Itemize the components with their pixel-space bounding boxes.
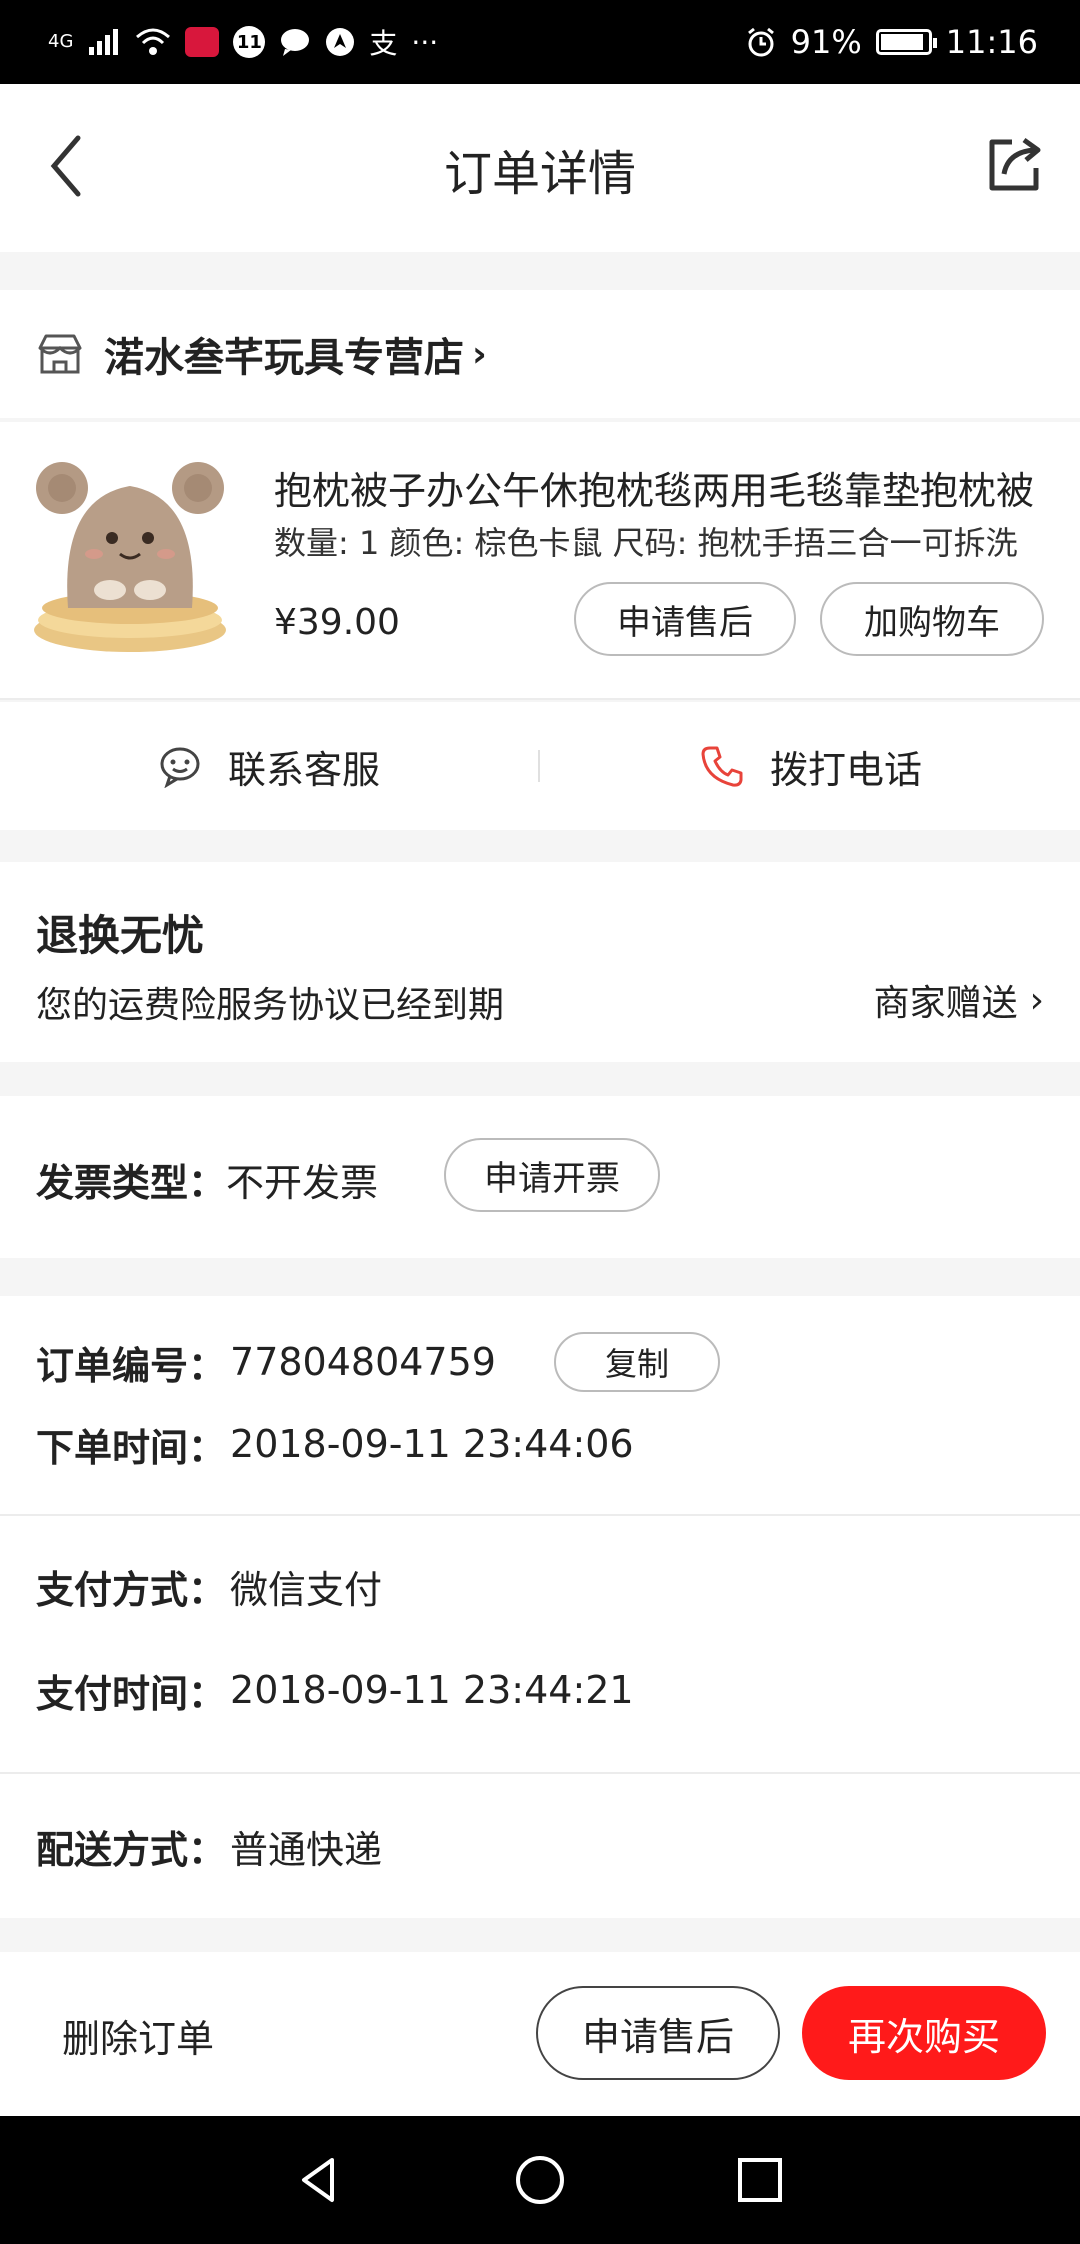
network-type: 4G xyxy=(48,31,74,52)
status-right: 91% 11:16 xyxy=(745,23,1038,61)
notification-badge-icon: 11 xyxy=(233,26,266,58)
clock: 11:16 xyxy=(945,23,1038,61)
battery-percent: 91% xyxy=(790,23,862,61)
returns-section: 退换无忧 您的运费险服务协议已经到期 商家赠送 › xyxy=(0,862,1080,1062)
shipping-row: 配送方式： 普通快递 xyxy=(36,1816,382,1876)
product-price: ¥39.00 xyxy=(274,602,400,643)
status-bar: 4G 11 支 ··· 91% 11:16 xyxy=(0,0,1080,84)
payment-time-value: 2018-09-11 23:44:21 xyxy=(230,1668,634,1712)
call-phone-button[interactable]: 拨打电话 xyxy=(542,702,1080,830)
message-icon xyxy=(279,25,311,59)
payment-method-row: 支付方式： 微信支付 xyxy=(36,1556,382,1616)
chat-icon xyxy=(160,747,200,788)
add-to-cart-button[interactable]: 加购物车 xyxy=(820,582,1044,656)
shipping-section: 配送方式： 普通快递 xyxy=(0,1774,1080,1918)
divider xyxy=(0,698,1080,700)
payment-time-row: 支付时间： 2018-09-11 23:44:21 xyxy=(36,1660,634,1720)
returns-title: 退换无忧 xyxy=(36,911,205,960)
nav-back-button[interactable] xyxy=(292,2152,348,2208)
square-recents-icon xyxy=(738,2158,782,2202)
circle-home-icon xyxy=(516,2156,564,2204)
system-nav-bar xyxy=(0,2116,1080,2244)
contact-separator xyxy=(538,750,540,782)
apply-invoice-button[interactable]: 申请开票 xyxy=(444,1138,660,1212)
order-time-value: 2018-09-11 23:44:06 xyxy=(230,1422,634,1466)
order-time-row: 下单时间： 2018-09-11 23:44:06 xyxy=(36,1414,634,1474)
navigation-icon xyxy=(325,25,355,59)
product-item[interactable]: 抱枕被子办公午休抱枕毯两用毛毯靠垫抱枕被 数量: 1 颜色: 棕色卡鼠 尺码: … xyxy=(0,422,1080,698)
phone-icon xyxy=(701,746,743,787)
battery-fill xyxy=(880,34,923,50)
app-notification-icon xyxy=(185,27,220,57)
invoice-row: 发票类型： 不开发票 xyxy=(36,1142,378,1216)
triangle-back-icon xyxy=(302,2158,334,2202)
share-icon xyxy=(989,137,1041,191)
product-title: 抱枕被子办公午休抱枕毯两用毛毯靠垫抱枕被 xyxy=(274,469,1034,513)
buy-again-button[interactable]: 再次购买 xyxy=(802,1986,1046,2080)
battery-icon xyxy=(875,29,937,55)
order-number-label: 订单编号： xyxy=(36,1343,227,1388)
merchant-gift-link[interactable]: 商家赠送 › xyxy=(874,974,1044,1026)
invoice-type-value: 不开发票 xyxy=(226,1160,379,1205)
order-number-value: 77804804759 xyxy=(230,1340,496,1384)
bottom-action-bar: 删除订单 申请售后 再次购买 xyxy=(0,1952,1080,2116)
call-phone-label: 拨打电话 xyxy=(769,747,922,792)
chevron-right-icon: › xyxy=(1029,979,1044,1021)
page-title: 订单详情 xyxy=(443,146,636,202)
contact-row: 联系客服 拨打电话 xyxy=(0,702,1080,830)
payment-time-label: 支付时间： xyxy=(36,1671,227,1716)
alipay-icon: 支 xyxy=(369,27,398,60)
status-left: 4G 11 支 ··· xyxy=(48,25,439,61)
product-image[interactable] xyxy=(30,458,230,658)
store-icon xyxy=(36,332,84,376)
shipping-value: 普通快递 xyxy=(230,1827,383,1872)
contact-service-button[interactable]: 联系客服 xyxy=(0,702,538,830)
payment-method-value: 微信支付 xyxy=(230,1567,383,1612)
share-button[interactable] xyxy=(974,124,1054,204)
shipping-label: 配送方式： xyxy=(36,1827,227,1872)
page-header: 订单详情 xyxy=(0,84,1080,252)
store-name: 渃水叁芊玩具专营店 xyxy=(104,335,464,381)
payment-section: 支付方式： 微信支付 支付时间： 2018-09-11 23:44:21 xyxy=(0,1516,1080,1772)
order-info-section: 订单编号： 77804804759 复制 下单时间： 2018-09-11 23… xyxy=(0,1296,1080,1514)
invoice-type-label: 发票类型： xyxy=(36,1160,227,1205)
chevron-right-icon: › xyxy=(472,333,487,375)
nav-home-button[interactable] xyxy=(512,2152,568,2208)
store-row[interactable]: 渃水叁芊玩具专营店 › xyxy=(0,290,1080,418)
merchant-gift-label: 商家赠送 xyxy=(873,983,1018,1024)
copy-button[interactable]: 复制 xyxy=(554,1332,720,1392)
apply-aftersale-button[interactable]: 申请售后 xyxy=(574,582,796,656)
delete-order-button[interactable]: 删除订单 xyxy=(62,2008,214,2063)
payment-method-label: 支付方式： xyxy=(36,1567,227,1612)
apply-aftersale-bottom-button[interactable]: 申请售后 xyxy=(536,1986,780,2080)
invoice-section: 发票类型： 不开发票 申请开票 xyxy=(0,1096,1080,1258)
signal-icon xyxy=(87,25,121,59)
product-spec: 数量: 1 颜色: 棕色卡鼠 尺码: 抱枕手捂三合一可拆洗 xyxy=(274,524,1018,562)
alarm-icon xyxy=(745,25,777,59)
contact-service-label: 联系客服 xyxy=(227,747,380,792)
more-notifications: ··· xyxy=(411,25,439,59)
order-number-row: 订单编号： 77804804759 xyxy=(36,1332,496,1392)
returns-description: 您的运费险服务协议已经到期 xyxy=(36,985,505,1026)
wifi-icon xyxy=(135,25,171,59)
order-time-label: 下单时间： xyxy=(36,1425,227,1470)
nav-recents-button[interactable] xyxy=(732,2152,788,2208)
